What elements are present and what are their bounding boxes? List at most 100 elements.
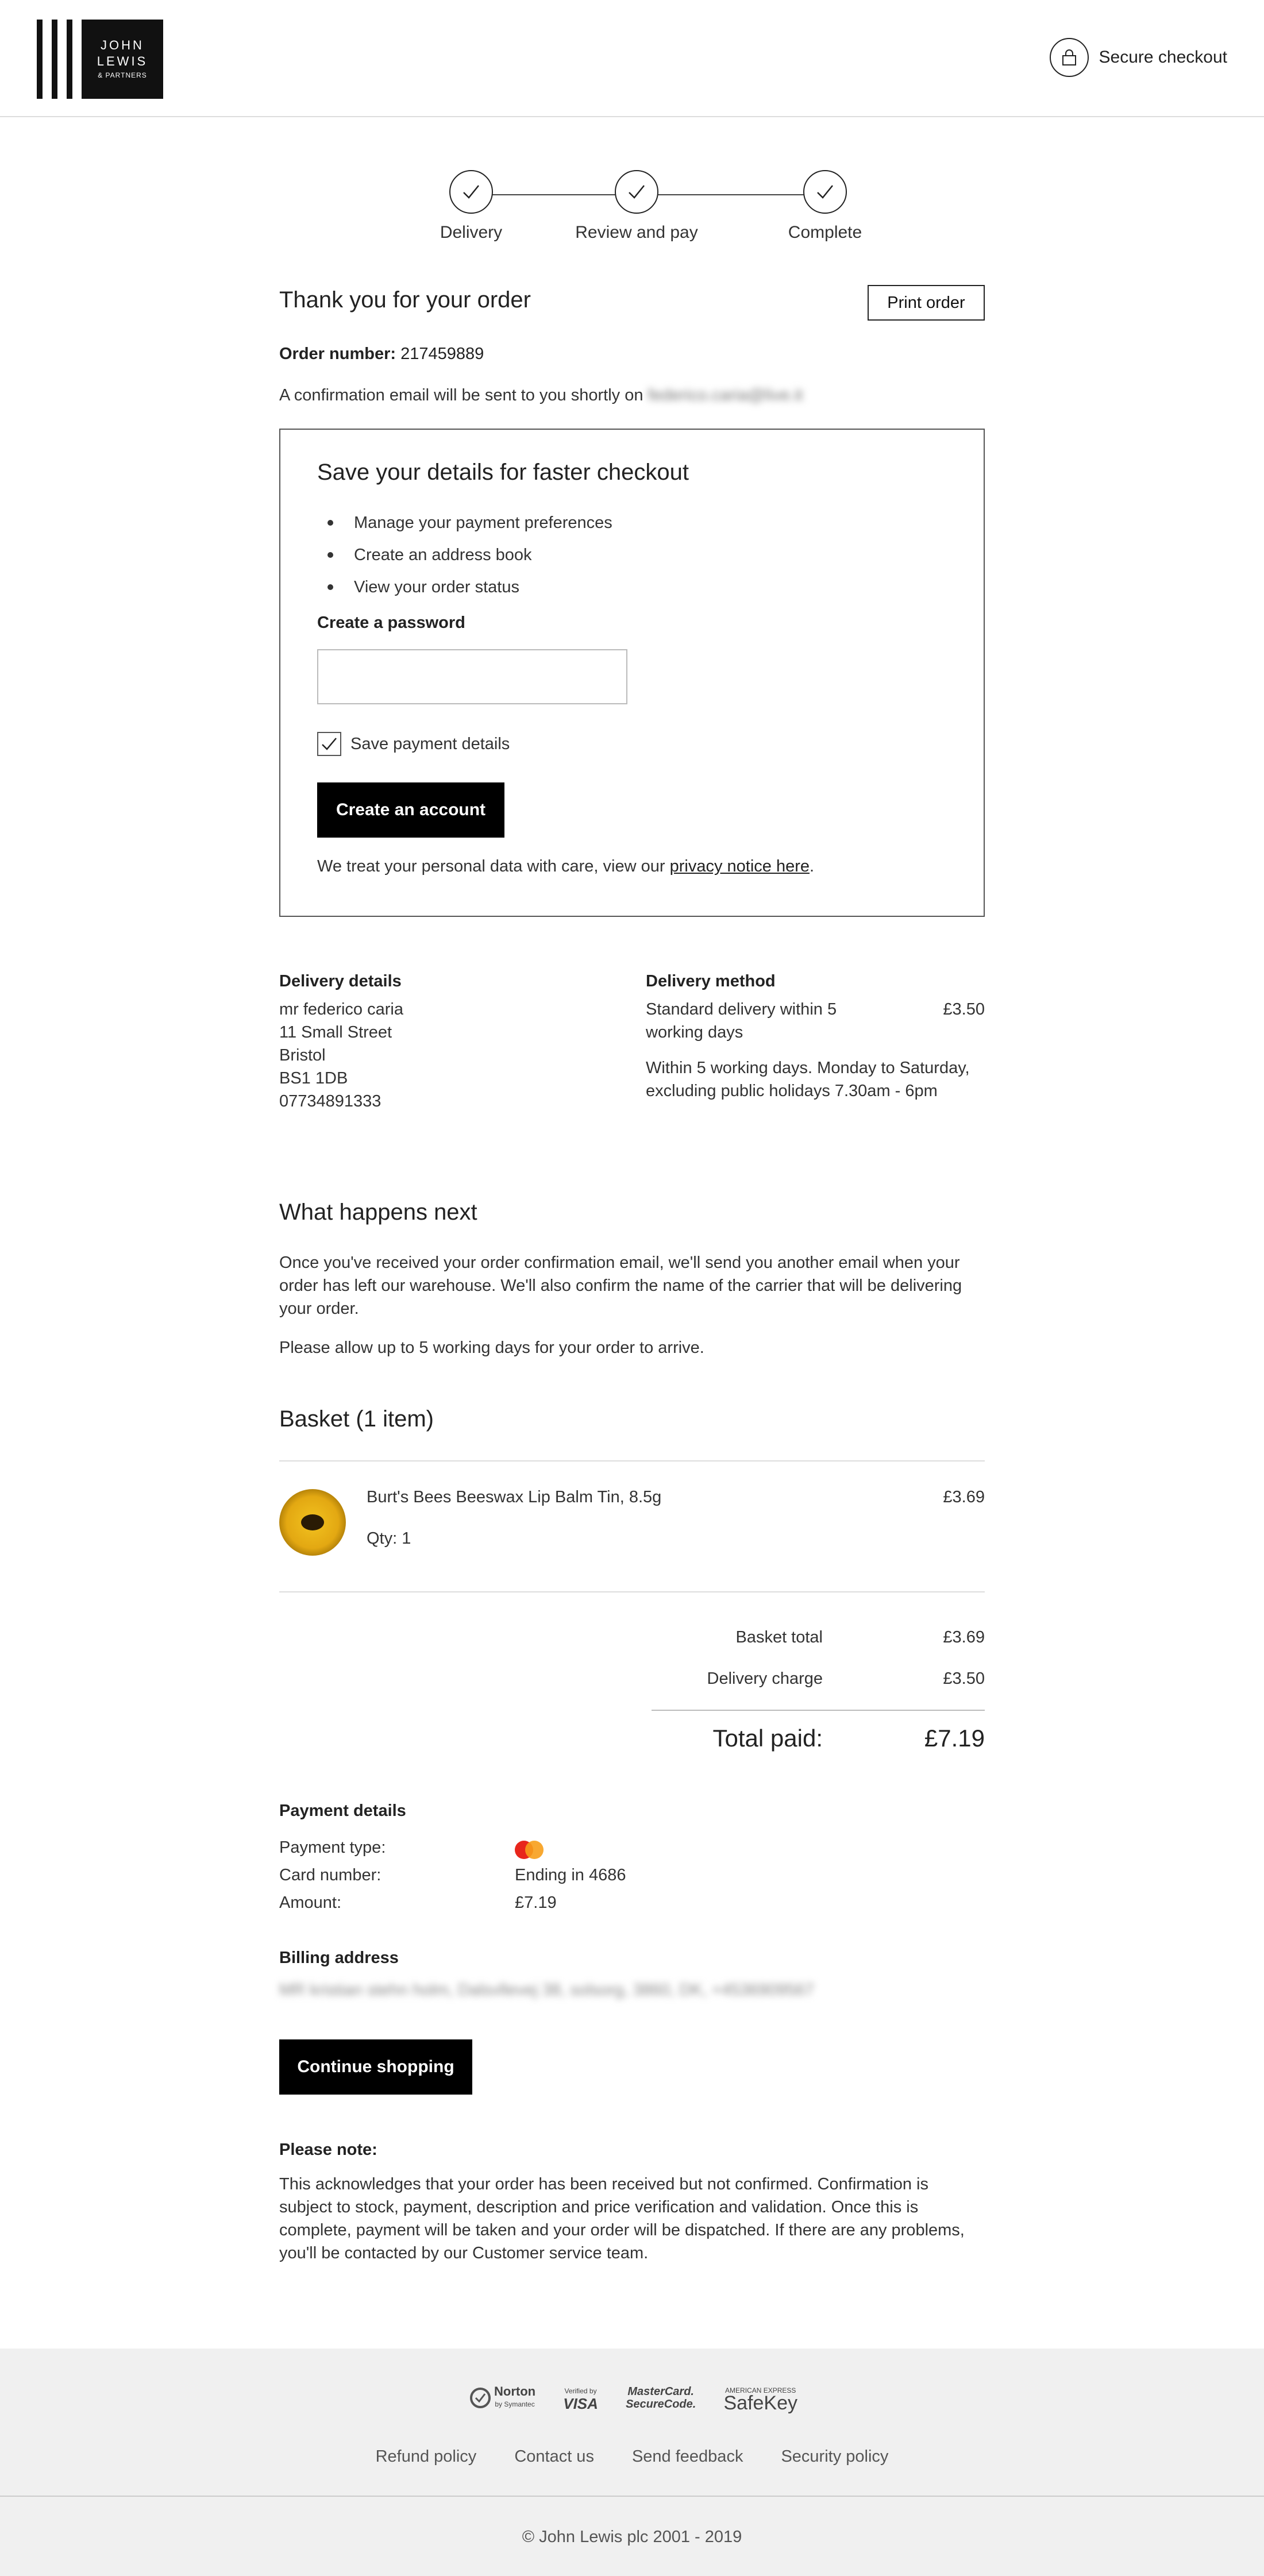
logo-bar — [52, 20, 57, 99]
divider — [0, 2496, 1264, 2497]
benefit-text: Create an address book — [354, 545, 532, 564]
amount-label: Amount: — [279, 1894, 341, 1912]
payment-type-row: Payment type: — [279, 1838, 739, 1861]
mastercard-label: MasterCard. — [627, 2385, 694, 2398]
billing-address-heading: Billing address — [279, 1949, 399, 1967]
delivery-method-heading: Delivery method — [646, 972, 776, 990]
bullet-icon — [327, 552, 333, 558]
check-icon — [803, 170, 847, 214]
check-icon — [449, 170, 493, 214]
delivery-details: Delivery details mr federico caria 11 Sm… — [279, 972, 612, 1113]
copyright: © John Lewis plc 2001 - 2019 — [522, 2528, 742, 2546]
save-payment-checkbox[interactable] — [317, 732, 341, 756]
site-footer: Norton by Symantec Verified by VISA Master… — [0, 2349, 1264, 2576]
continue-shopping-button[interactable]: Continue shopping — [279, 2039, 472, 2095]
order-number-value: 217459889 — [400, 345, 484, 363]
arrival-text: Please allow up to 5 working days for yo… — [279, 1339, 704, 1357]
privacy-text-end: . — [810, 857, 815, 876]
product-quantity: Qty: 1 — [367, 1529, 411, 1548]
print-order-button[interactable]: Print order — [868, 285, 985, 321]
step-label: Complete — [788, 223, 862, 242]
refund-policy-link[interactable]: Refund policy — [376, 2447, 477, 2466]
amount-row: Amount: £7.19 — [279, 1894, 739, 1916]
divider — [279, 1591, 985, 1592]
send-feedback-link[interactable]: Send feedback — [632, 2447, 743, 2466]
john-lewis-logo[interactable]: JOHN LEWIS & PARTNERS — [37, 20, 163, 99]
site-header: JOHN LEWIS & PARTNERS Secure checkout — [0, 0, 1264, 117]
product-name[interactable]: Burt's Bees Beeswax Lip Balm Tin, 8.5g — [367, 1488, 661, 1507]
logo-text: LEWIS — [97, 54, 148, 68]
security-policy-link[interactable]: Security policy — [781, 2447, 888, 2466]
norton-sub-label: by Symantec — [495, 2400, 535, 2408]
secure-checkout-label: Secure checkout — [1099, 48, 1227, 67]
address-line: BS1 1DB — [279, 1069, 348, 1088]
step-complete: Complete — [756, 170, 894, 242]
lock-icon — [1049, 38, 1089, 77]
please-note-text: This acknowledges that your order has be… — [279, 2175, 965, 2262]
product-image[interactable] — [279, 1489, 346, 1556]
create-account-button[interactable]: Create an account — [317, 782, 504, 838]
mastercard-icon — [515, 1841, 545, 1859]
password-label: Create a password — [317, 614, 465, 632]
logo-bar — [67, 20, 72, 99]
confirmation-text: A confirmation email will be sent to you… — [279, 386, 643, 404]
total-paid-label: Total paid: — [712, 1725, 823, 1752]
basket-title: Basket (1 item) — [279, 1406, 434, 1432]
security-badges: Norton by Symantec Verified by VISA Master… — [470, 2381, 797, 2415]
delivery-method: Delivery method Standard delivery within… — [646, 972, 985, 1102]
page-title: Thank you for your order — [279, 287, 531, 313]
logo-box: JOHN LEWIS & PARTNERS — [82, 20, 163, 99]
address-line: 11 Small Street — [279, 1023, 392, 1042]
delivery-charge-value: £3.50 — [943, 1669, 985, 1688]
privacy-text: We treat your personal data with care, v… — [317, 857, 814, 876]
delivery-method-name: Standard delivery within 5 working days — [646, 1000, 837, 1042]
benefit-text: Manage your payment preferences — [354, 513, 612, 532]
footer-links: Refund policy Contact us Send feedback S… — [0, 2447, 1264, 2466]
product-price: £3.69 — [943, 1488, 985, 1506]
list-item: Create an address book — [317, 539, 612, 571]
step-delivery: Delivery — [402, 170, 540, 242]
save-details-title: Save your details for faster checkout — [317, 460, 689, 485]
privacy-notice-link[interactable]: privacy notice here — [670, 857, 810, 876]
bullet-icon — [327, 584, 333, 590]
delivery-charge-label: Delivery charge — [707, 1669, 823, 1688]
verified-by-visa-badge: Verified by VISA — [563, 2385, 598, 2411]
checkout-progress: Delivery Review and pay Complete — [402, 170, 862, 250]
contact-us-link[interactable]: Contact us — [514, 2447, 594, 2466]
amount-value: £7.19 — [515, 1894, 557, 1912]
bullet-icon — [327, 520, 333, 526]
visa-label: VISA — [563, 2395, 598, 2412]
norton-label: Norton — [494, 2384, 536, 2398]
card-number-value: Ending in 4686 — [515, 1866, 626, 1884]
check-icon — [615, 170, 658, 214]
password-input[interactable] — [317, 649, 627, 704]
save-payment-option[interactable]: Save payment details — [317, 732, 510, 756]
step-review-and-pay: Review and pay — [568, 170, 706, 242]
mastercard-securecode-badge: MasterCard. SecureCode. — [626, 2385, 696, 2411]
logo-text: JOHN — [101, 38, 144, 52]
logo-bar — [37, 20, 43, 99]
confirmation-email-text: A confirmation email will be sent to you… — [279, 386, 803, 405]
norton-check-icon — [470, 2388, 491, 2408]
bee-icon — [301, 1514, 324, 1530]
payment-details-heading: Payment details — [279, 1802, 406, 1820]
delivery-method-note: Within 5 working days. Monday to Saturda… — [646, 1059, 970, 1100]
safekey-label: SafeKey — [723, 2392, 797, 2414]
step-label: Delivery — [440, 223, 503, 242]
total-paid-value: £7.19 — [924, 1725, 985, 1752]
total-paid-row: Total paid: £7.19 — [652, 1725, 985, 1759]
list-item: Manage your payment preferences — [317, 507, 612, 539]
norton-badge: Norton by Symantec — [470, 2385, 535, 2411]
what-happens-next-title: What happens next — [279, 1200, 477, 1225]
title-row: Thank you for your order Print order — [279, 285, 985, 325]
secure-checkout: Secure checkout — [1049, 38, 1227, 77]
delivery-details-heading: Delivery details — [279, 972, 402, 990]
phone-number: 07734891333 — [279, 1092, 381, 1110]
benefits-list: Manage your payment preferences Create a… — [317, 507, 612, 603]
address-line: mr federico caria — [279, 1000, 403, 1019]
card-number-label: Card number: — [279, 1866, 381, 1884]
order-number: Order number: 217459889 — [279, 345, 484, 364]
save-payment-label: Save payment details — [350, 734, 510, 753]
save-details-panel: Save your details for faster checkout Ma… — [279, 429, 985, 917]
please-note-heading: Please note: — [279, 2141, 377, 2159]
